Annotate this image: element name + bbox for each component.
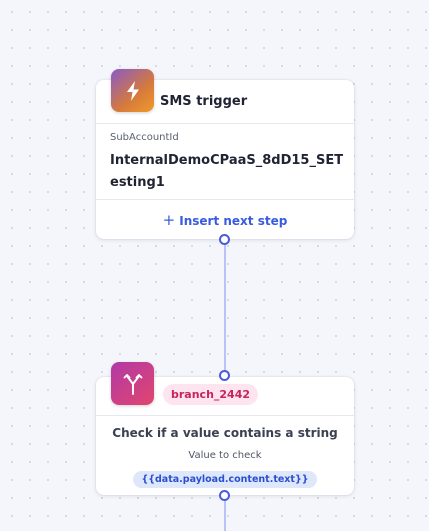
branch-description: Check if a value contains a string [112,426,338,440]
output-port[interactable] [219,234,230,245]
value-to-check-label: Value to check [188,450,262,461]
lightning-icon [111,69,154,112]
output-port[interactable] [219,490,230,501]
connector-line-continued [224,496,226,531]
insert-next-step-label: Insert next step [179,214,288,228]
divider [96,415,354,416]
field-value: InternalDemoCPaaS_8dD15_SETesting1 [110,153,344,190]
connector-line [224,240,226,376]
divider [96,199,354,200]
branch-icon [111,362,154,405]
branch-name-badge: branch_2442 [163,384,259,405]
node-title: SMS trigger [160,94,248,109]
value-variable-chip: {{data.payload.content.text}} [133,471,317,488]
insert-next-step-button[interactable]: + Insert next step [96,211,354,229]
divider [96,123,354,124]
field-label: SubAccountId [110,132,179,143]
plus-icon: + [162,211,176,229]
input-port[interactable] [219,370,230,381]
